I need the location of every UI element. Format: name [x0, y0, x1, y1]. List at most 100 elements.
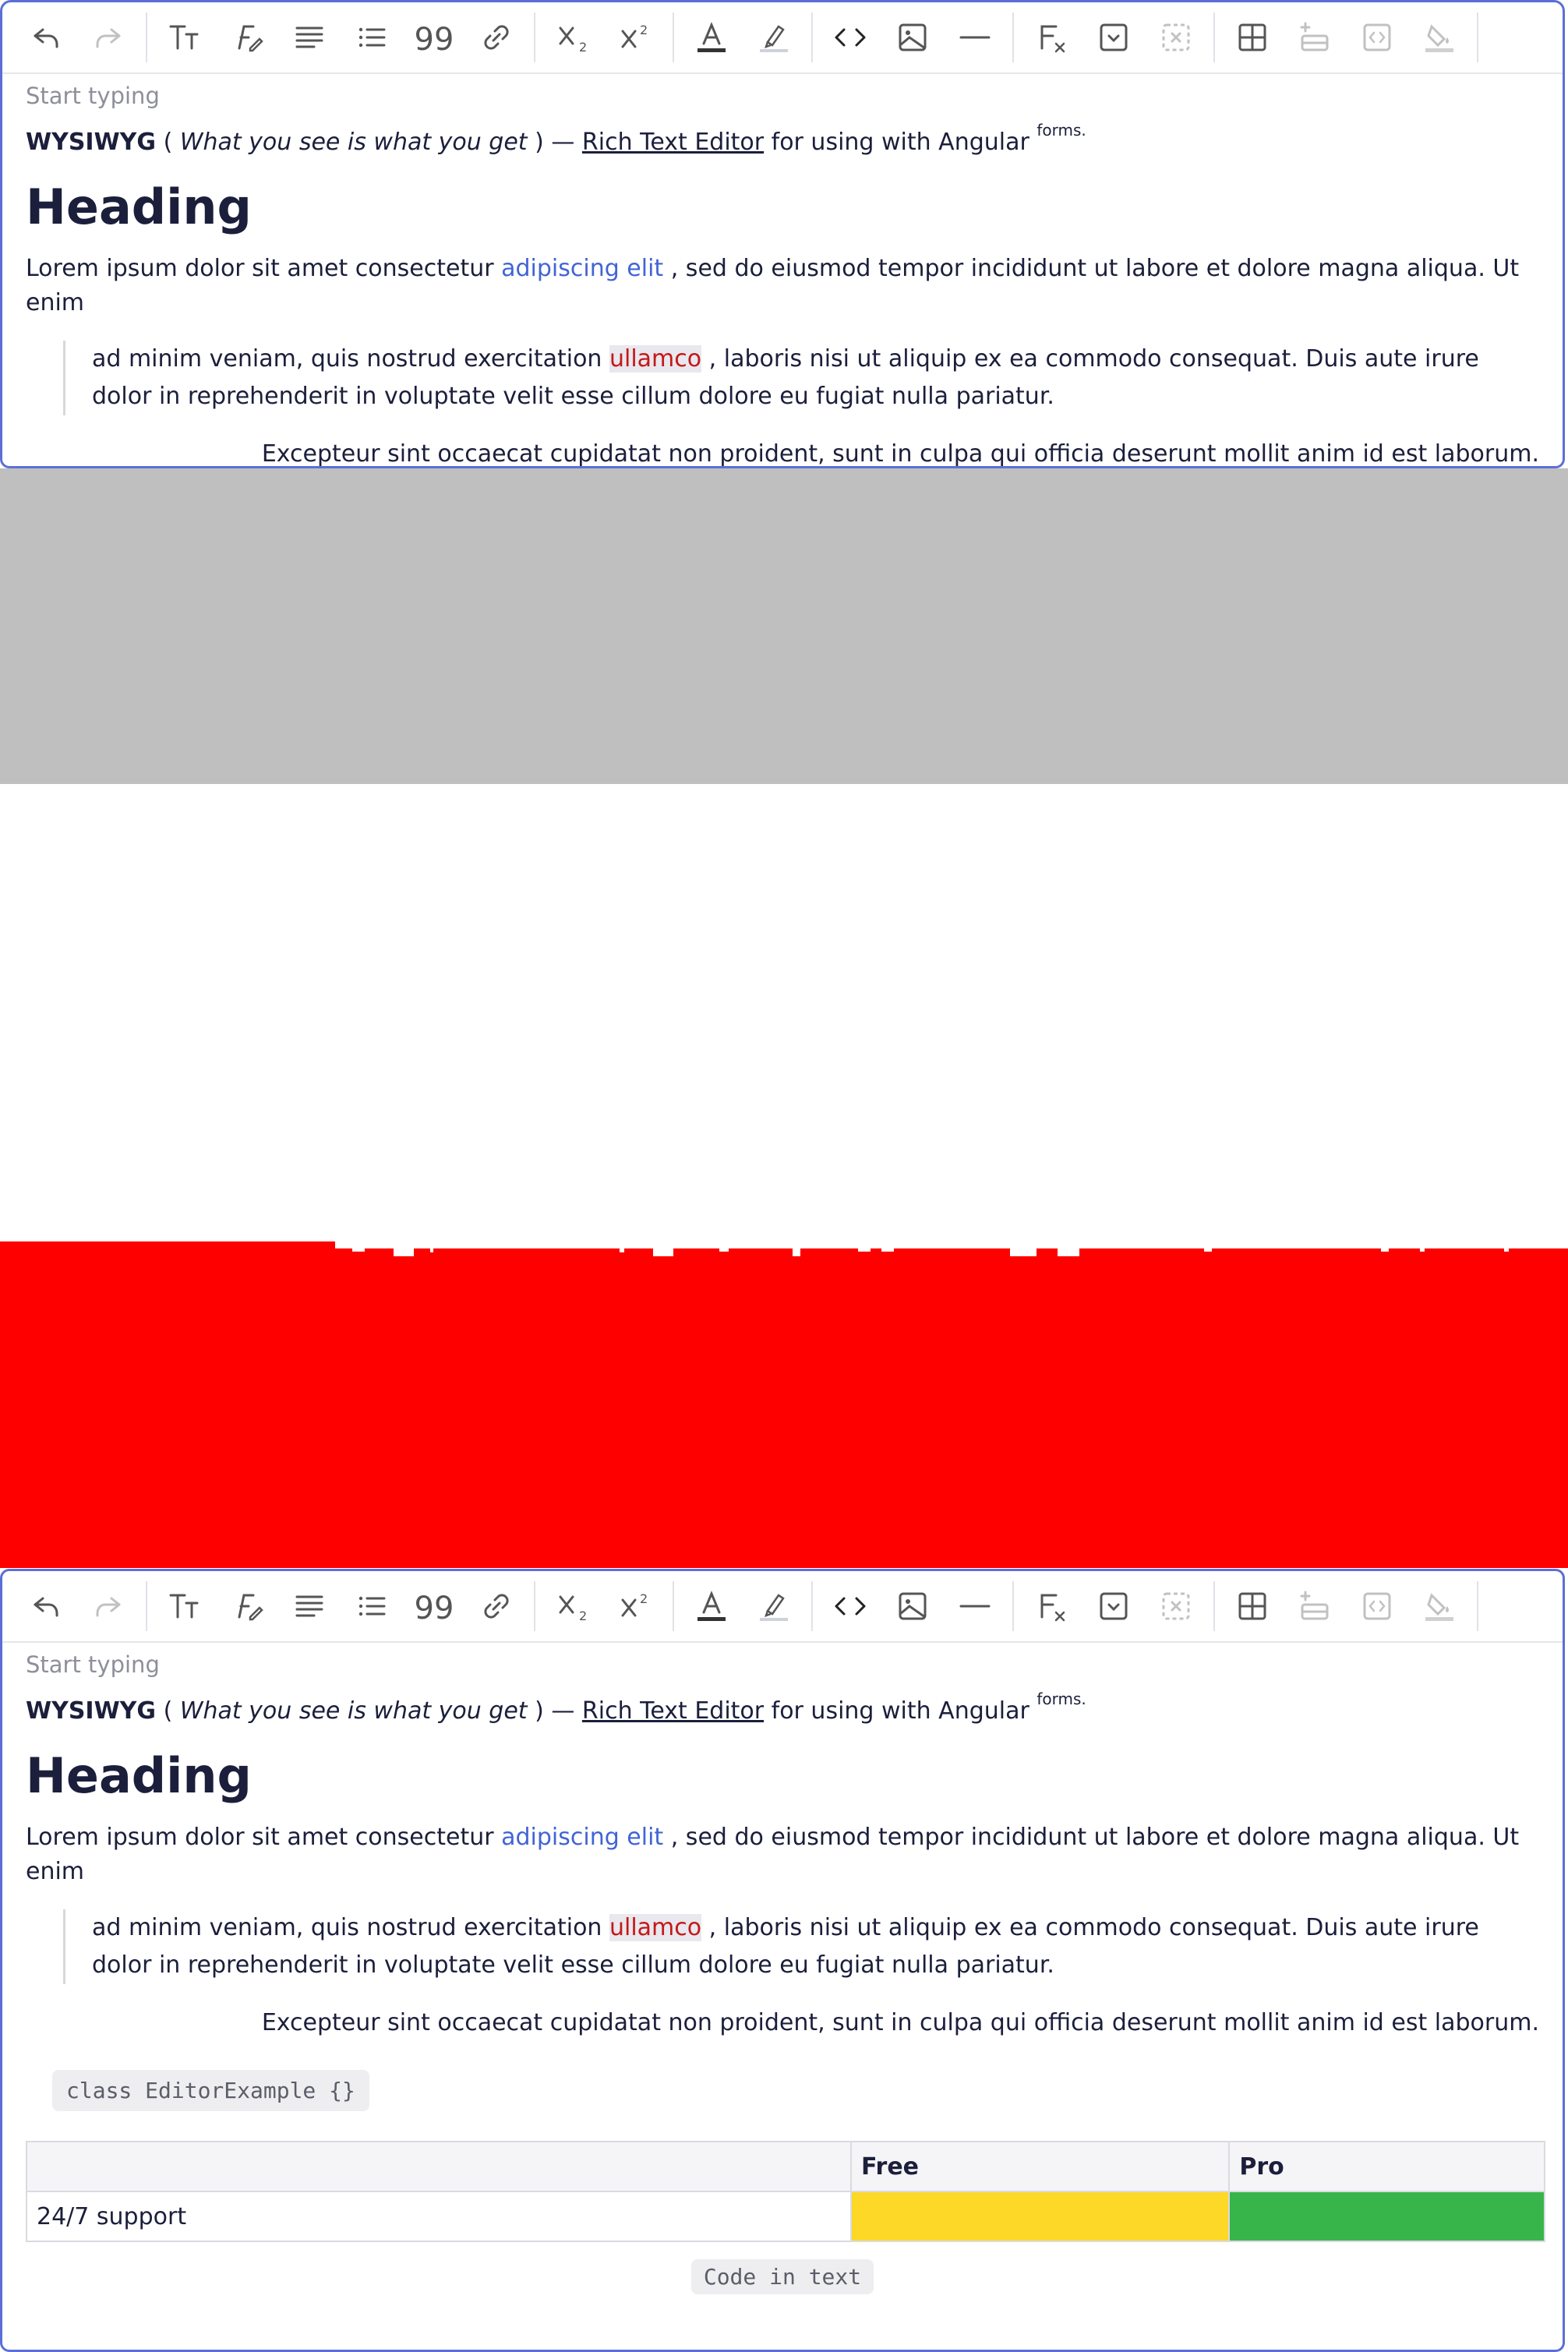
embed-icon — [1363, 23, 1391, 51]
embed-button[interactable] — [1346, 6, 1408, 69]
quote-button[interactable]: 99 — [403, 6, 465, 69]
table-button[interactable] — [1221, 6, 1284, 69]
editor-content[interactable]: Start typing WYSIWYG ( What you see is w… — [2, 1643, 1563, 2294]
editor-bottom[interactable]: 99 2 2 Start typing WYSIWYG ( What you see… — [0, 1569, 1565, 2352]
embed-button[interactable] — [1346, 1575, 1408, 1637]
quote-start: ad minim veniam, quis nostrud exercitati… — [92, 1914, 609, 1941]
table-header-row: Free Pro — [26, 2141, 1545, 2192]
font-style-button[interactable] — [216, 6, 278, 69]
row-insert-icon — [1300, 22, 1329, 51]
table-icon — [1238, 23, 1266, 51]
clear-format-button[interactable] — [1020, 6, 1082, 69]
wysiwyg-bold: WYSIWYG — [26, 1697, 157, 1725]
open-paren: ( — [156, 129, 180, 156]
code-button[interactable] — [819, 6, 881, 69]
inline-code-line: Code in text — [26, 2259, 1539, 2294]
wysiwyg-bold: WYSIWYG — [26, 129, 157, 156]
list-icon — [358, 27, 386, 48]
ullamco-highlight: ullamco — [609, 1914, 702, 1941]
insert-details-button[interactable] — [1082, 1575, 1145, 1637]
close-paren: ) — — [527, 1697, 582, 1725]
table-header-cell[interactable] — [26, 2141, 852, 2192]
font-size-button[interactable] — [154, 6, 216, 69]
quote-icon: 99 — [415, 1591, 453, 1625]
quote-icon: 99 — [415, 22, 453, 56]
table-header-cell[interactable]: Free — [849, 2141, 1231, 2192]
horizontal-rule-icon — [959, 36, 991, 39]
text-color-button[interactable] — [680, 1575, 743, 1637]
red-band — [0, 1239, 1568, 1568]
font-style-button[interactable] — [216, 1575, 278, 1637]
superscript-button[interactable]: 2 — [604, 6, 666, 69]
font-size-button[interactable] — [154, 1575, 216, 1637]
link-icon — [484, 1594, 509, 1619]
list-button[interactable] — [341, 1575, 403, 1637]
code-button[interactable] — [819, 1575, 881, 1637]
horizontal-rule-button[interactable] — [944, 1575, 1006, 1637]
text-color-button[interactable] — [680, 6, 743, 69]
pricing-table: Free Pro 24/7 support — [26, 2141, 1545, 2242]
subscript-button[interactable]: 2 — [542, 1575, 604, 1637]
intro-line: WYSIWYG ( What you see is what you get )… — [26, 1682, 1539, 1729]
adipiscing-link[interactable]: adipiscing elit — [501, 1824, 663, 1851]
cell-fill-button[interactable] — [1408, 6, 1471, 69]
toolbar-separator — [1213, 12, 1215, 62]
highlight-button[interactable] — [743, 1575, 805, 1637]
image-button[interactable] — [881, 6, 944, 69]
adipiscing-link[interactable]: adipiscing elit — [501, 255, 663, 282]
svg-text:2: 2 — [640, 1591, 648, 1606]
remove-details-button[interactable] — [1145, 6, 1207, 69]
table-button[interactable] — [1221, 1575, 1284, 1637]
highlight-icon — [760, 1594, 788, 1621]
undo-icon — [34, 28, 58, 48]
table-cell-yellow[interactable] — [849, 2191, 1231, 2242]
rich-text-editor-underline: Rich Text Editor — [581, 129, 765, 156]
editor-content[interactable]: Start typing WYSIWYG ( What you see is w… — [2, 74, 1563, 466]
table-cell[interactable]: 24/7 support — [26, 2191, 852, 2242]
highlight-icon — [760, 25, 788, 52]
horizontal-rule-button[interactable] — [944, 6, 1006, 69]
font-style-icon — [238, 25, 263, 52]
toolbar-separator — [1477, 1581, 1478, 1631]
link-button[interactable] — [465, 1575, 528, 1637]
highlight-button[interactable] — [743, 6, 805, 69]
red-band-noise — [0, 1239, 1568, 1263]
table-header-cell[interactable]: Pro — [1228, 2141, 1545, 2192]
remove-details-icon — [1162, 23, 1190, 51]
table-cell-green[interactable] — [1228, 2191, 1545, 2242]
align-button[interactable] — [278, 1575, 341, 1637]
cell-fill-icon — [1425, 24, 1453, 52]
clear-format-icon — [1040, 1594, 1065, 1622]
superscript-button[interactable]: 2 — [604, 1575, 666, 1637]
align-button[interactable] — [278, 6, 341, 69]
editor-toolbar: 99 2 2 — [2, 1571, 1563, 1643]
remove-details-button[interactable] — [1145, 1575, 1207, 1637]
undo-button[interactable] — [15, 1575, 77, 1637]
link-button[interactable] — [465, 6, 528, 69]
forms-superscript: forms. — [1037, 1690, 1086, 1708]
svg-text:99: 99 — [415, 22, 453, 56]
quote-button[interactable]: 99 — [403, 1575, 465, 1637]
redo-button[interactable] — [77, 6, 139, 69]
toolbar-separator — [811, 1581, 813, 1631]
subscript-button[interactable]: 2 — [542, 6, 604, 69]
code-icon — [835, 28, 866, 47]
insert-details-button[interactable] — [1082, 6, 1145, 69]
blockquote: ad minim veniam, quis nostrud exercitati… — [63, 341, 1539, 415]
image-icon — [899, 23, 927, 51]
link-icon — [484, 25, 509, 50]
forms-superscript: forms. — [1037, 121, 1086, 139]
editor-top[interactable]: 99 2 2 Start typing WYSIWYG ( What you see… — [0, 0, 1565, 468]
image-button[interactable] — [881, 1575, 944, 1637]
undo-button[interactable] — [15, 6, 77, 69]
row-insert-button[interactable] — [1284, 6, 1346, 69]
cell-fill-button[interactable] — [1408, 1575, 1471, 1637]
superscript-icon: 2 — [621, 23, 648, 48]
redo-button[interactable] — [77, 1575, 139, 1637]
clear-format-button[interactable] — [1020, 1575, 1082, 1637]
row-insert-button[interactable] — [1284, 1575, 1346, 1637]
redo-icon — [96, 1597, 121, 1617]
heading: Heading — [26, 178, 252, 235]
list-button[interactable] — [341, 6, 403, 69]
toolbar-separator — [673, 12, 674, 62]
